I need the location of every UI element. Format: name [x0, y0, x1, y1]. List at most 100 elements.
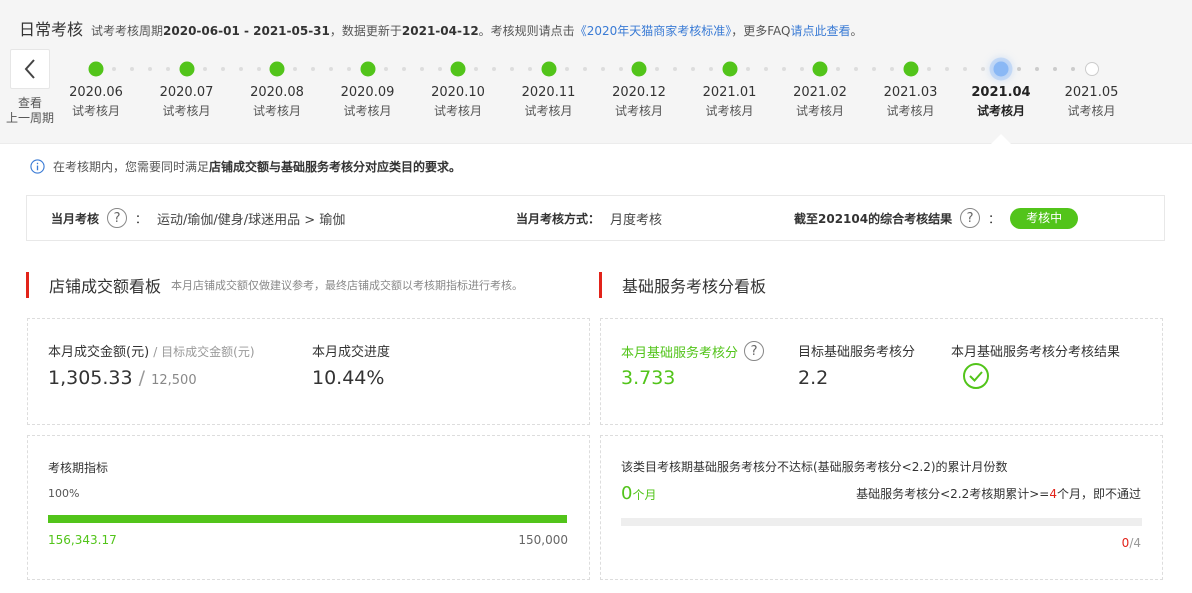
timeline-month[interactable]: 2020.08 试考核月: [237, 84, 317, 120]
timeline-dot[interactable]: [631, 61, 647, 77]
timeline-dot[interactable]: [269, 61, 285, 77]
timeline-separator: [926, 67, 931, 71]
sales-board-title: 店铺成交额看板 本月店铺成交额仅做建议参考，最终店铺成交额以考核期指标进行考核。: [26, 272, 523, 298]
timeline-separator: [238, 67, 243, 71]
score-value: 3.733: [621, 367, 676, 389]
timeline-month[interactable]: 2020.12 试考核月: [599, 84, 679, 120]
timeline-dot[interactable]: [450, 61, 466, 77]
timeline-separator: [293, 67, 298, 71]
timeline-separator: [836, 67, 841, 71]
timeline-separator: [763, 67, 768, 71]
timeline-separator: [1017, 67, 1022, 71]
timeline-separator: [347, 67, 352, 71]
period-target-value: 150,000: [518, 533, 568, 547]
timeline-dot[interactable]: [903, 61, 918, 77]
timeline-separator: [256, 67, 261, 71]
target-score-label: 目标基础服务考核分: [798, 345, 916, 360]
timeline-separator: [582, 67, 587, 71]
fail-months-card: 该类目考核期基础服务考核分不达标(基础服务考核分<2.2)的累计月份数 0个月 …: [600, 435, 1163, 580]
timeline-separator: [564, 67, 569, 71]
timeline-separator: [112, 67, 117, 71]
overall-result: 截至202104的综合考核结果 ? ： 考核中: [794, 196, 1079, 240]
timeline-separator: [781, 67, 786, 71]
timeline-separator: [1053, 67, 1058, 71]
timeline-month[interactable]: 2021.02 试考核月: [780, 84, 860, 120]
timeline-separator: [528, 67, 533, 71]
timeline-month[interactable]: 2020.10 试考核月: [418, 84, 498, 120]
timeline-dot[interactable]: [722, 61, 737, 77]
score-label: 本月基础服务考核分: [621, 345, 739, 361]
timeline-separator: [1071, 67, 1076, 71]
timeline-month[interactable]: 2020.07 试考核月: [147, 84, 227, 120]
requirement-tip: 在考核期内，您需要同时满足 店铺成交额与基础服务考核分对应类目的要求。: [30, 158, 461, 175]
amount-label: 本月成交金额(元): [48, 345, 150, 360]
prev-cycle-button[interactable]: [10, 49, 50, 89]
timeline-dot[interactable]: [812, 61, 828, 77]
timeline-separator: [437, 67, 442, 71]
timeline-separator: [890, 67, 895, 71]
timeline-separator: [872, 67, 877, 71]
timeline-separator: [202, 67, 207, 71]
period-range: 2020-06-01 - 2021-05-31: [163, 24, 330, 38]
period-info: 试考考核周期2020-06-01 - 2021-05-31，数据更新于2021-…: [91, 24, 863, 38]
fail-months-desc: 该类目考核期基础服务考核分不达标(基础服务考核分<2.2)的累计月份数: [621, 460, 1008, 474]
timeline-separator: [492, 67, 497, 71]
service-board-title: 基础服务考核分看板: [599, 272, 766, 298]
timeline-separator: [745, 67, 750, 71]
timeline-month[interactable]: 2020.11 试考核月: [509, 84, 589, 120]
target-amount-value: 12,500: [151, 373, 197, 388]
timeline-separator: [510, 67, 515, 71]
timeline-dot[interactable]: [360, 61, 375, 77]
timeline-separator: [980, 67, 985, 71]
timeline-dot[interactable]: [1084, 62, 1099, 76]
timeline-separator: [166, 67, 171, 71]
target-score-value: 2.2: [798, 367, 829, 389]
help-icon[interactable]: ?: [960, 208, 981, 228]
cycle-header: 日常考核 试考考核周期2020-06-01 - 2021-05-31，数据更新于…: [0, 0, 1192, 145]
timeline-month[interactable]: 2021.03 试考核月: [871, 84, 951, 120]
timeline-separator: [709, 67, 714, 71]
rules-link[interactable]: 《2020年天猫商家考核标准》: [575, 24, 732, 38]
updated-date: 2021-04-12: [401, 24, 479, 38]
timeline-separator: [1035, 67, 1040, 71]
amount-value: 1,305.33: [48, 367, 133, 389]
timeline-month[interactable]: 2021.04 试考核月: [961, 84, 1041, 120]
timeline-separator: [799, 67, 804, 71]
timeline-month[interactable]: 2020.09 试考核月: [328, 84, 408, 120]
timeline-separator: [673, 67, 678, 71]
timeline-separator: [618, 67, 623, 71]
period-progress-bar: [48, 515, 567, 523]
info-icon: [30, 159, 45, 174]
service-score-card: 本月基础服务考核分? 3.733 目标基础服务考核分 2.2 本月基础服务考核分…: [600, 318, 1163, 425]
fail-rule: 基础服务考核分<2.2考核期累计>=4个月，即不通过: [856, 487, 1141, 501]
timeline-dot[interactable]: [541, 61, 556, 77]
period-actual-value: 156,343.17: [48, 533, 117, 547]
faq-link[interactable]: 请点此查看: [790, 24, 850, 38]
timeline-separator: [854, 67, 859, 71]
period-percent: 100%: [48, 487, 80, 500]
progress-value: 10.44%: [312, 367, 385, 389]
category-path: 运动/瑜伽/健身/球迷用品 > 瑜伽: [157, 212, 346, 228]
timeline-separator: [383, 67, 388, 71]
timeline-separator: [691, 67, 696, 71]
timeline-month[interactable]: 2021.05 试考核月: [1052, 84, 1132, 120]
period-progress-fill: [48, 515, 567, 523]
timeline-month[interactable]: 2020.06 试考核月: [56, 84, 136, 120]
prev-cycle-label[interactable]: 查看 上一周期: [3, 96, 57, 126]
timeline-month[interactable]: 2021.01 试考核月: [690, 84, 770, 120]
help-icon[interactable]: ?: [107, 208, 128, 228]
check-circle-icon: [963, 363, 989, 389]
period-target-card: 考核期指标 100% 156,343.17 150,000: [27, 435, 590, 580]
score-result-label: 本月基础服务考核分考核结果: [951, 345, 1121, 360]
timeline-dot[interactable]: [88, 61, 104, 77]
chevron-left-icon: [24, 59, 35, 79]
timeline-separator: [130, 67, 135, 71]
progress-label: 本月成交进度: [312, 345, 391, 360]
month-assessment: 当月考核 ? ： 运动/瑜伽/健身/球迷用品 > 瑜伽: [51, 196, 345, 240]
current-month-pointer: [990, 134, 1012, 145]
timeline-dot[interactable]: [179, 61, 194, 77]
help-icon[interactable]: ?: [744, 341, 765, 361]
timeline-dot[interactable]: [993, 61, 1009, 77]
fail-months-count: 0: [621, 483, 633, 504]
fail-ratio: 0/4: [1121, 536, 1141, 550]
